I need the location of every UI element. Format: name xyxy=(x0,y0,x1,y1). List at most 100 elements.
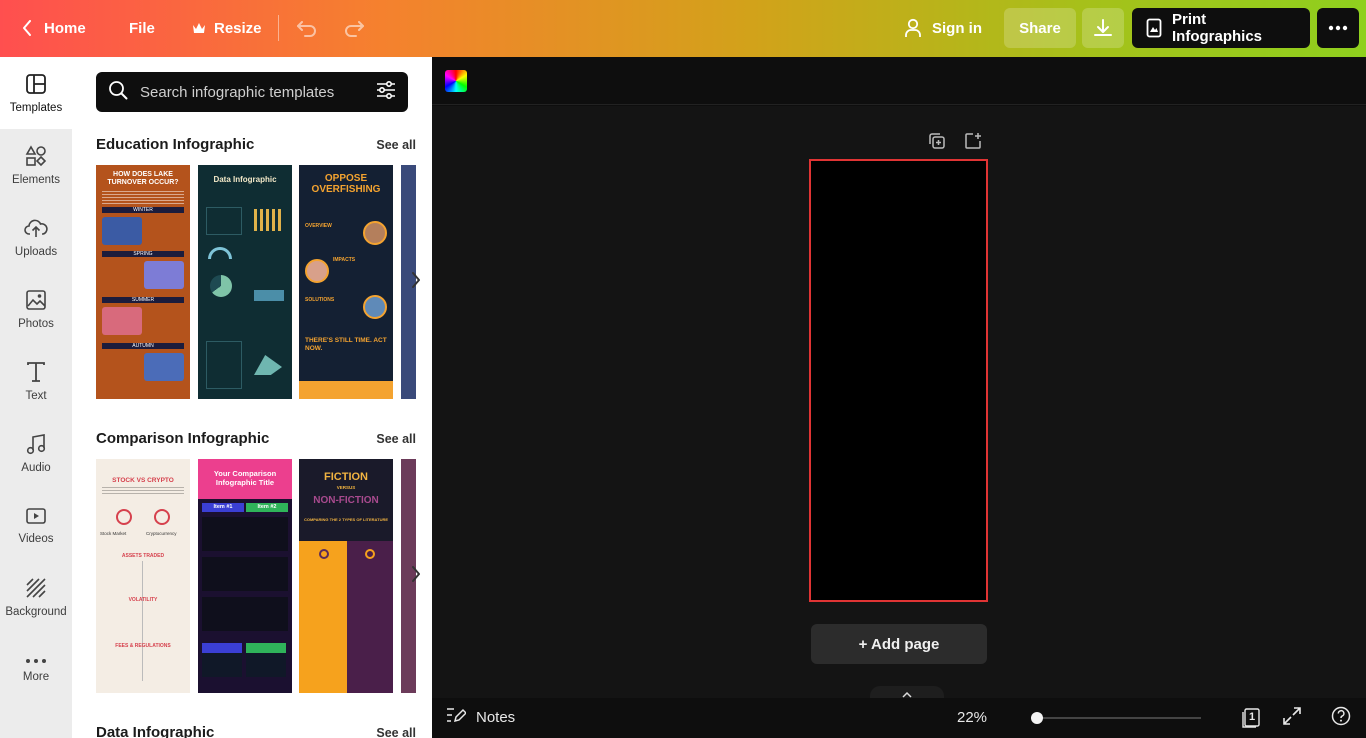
sidebar-item-audio[interactable]: Audio xyxy=(0,417,72,489)
filter-icon[interactable] xyxy=(376,80,396,105)
lightbulb-icon xyxy=(319,549,329,559)
background-icon xyxy=(25,577,47,602)
sidebar-item-templates[interactable]: Templates xyxy=(0,57,72,129)
sidebar-item-label: Elements xyxy=(12,173,60,186)
sign-in-button[interactable]: Sign in xyxy=(892,8,994,48)
sidebar-item-label: More xyxy=(22,671,50,683)
duplicate-page-button[interactable] xyxy=(925,131,949,155)
sidebar-item-text[interactable]: Text xyxy=(0,345,72,417)
search-input[interactable] xyxy=(140,83,364,101)
undo-button[interactable] xyxy=(290,8,324,48)
template-band: WINTER xyxy=(102,207,184,213)
sign-in-label: Sign in xyxy=(932,19,982,37)
zoom-slider[interactable] xyxy=(1031,712,1201,724)
help-icon xyxy=(1331,706,1351,731)
template-bars xyxy=(254,273,284,301)
redo-icon xyxy=(343,19,365,37)
sidebar-item-label: Templates xyxy=(9,101,63,114)
template-body-text xyxy=(102,487,184,495)
template-photo xyxy=(305,259,329,283)
add-page-button[interactable]: + Add page xyxy=(811,624,987,664)
zoom-slider-thumb[interactable] xyxy=(1031,712,1043,724)
template-illustration xyxy=(102,217,142,245)
sidebar-item-label: Videos xyxy=(18,532,54,545)
template-icon xyxy=(154,509,170,525)
template-band: SPRING xyxy=(102,251,184,257)
sidebar-item-videos[interactable]: Videos xyxy=(0,489,72,561)
sidebar-item-label: Background xyxy=(5,605,67,618)
file-menu-button[interactable]: File xyxy=(117,8,167,48)
zoom-level[interactable]: 22% xyxy=(957,709,987,726)
template-thumbnail[interactable]: FICTION VERSUS NON-FICTION COMPARING THE… xyxy=(299,459,393,693)
home-button[interactable]: Home xyxy=(10,8,98,48)
print-infographics-button[interactable]: Print Infographics xyxy=(1132,8,1310,48)
sidebar-item-more[interactable]: More xyxy=(0,633,72,705)
resize-button[interactable]: Resize xyxy=(180,8,274,48)
sidebar-item-background[interactable]: Background xyxy=(0,561,72,633)
help-button[interactable] xyxy=(1329,706,1353,730)
template-pie xyxy=(210,275,232,297)
share-label: Share xyxy=(1019,19,1061,37)
template-illustration xyxy=(102,307,142,335)
crown-icon xyxy=(192,22,206,34)
more-options-button[interactable] xyxy=(1317,8,1359,48)
sidebar-item-uploads[interactable]: Uploads xyxy=(0,201,72,273)
pages-icon: 1 xyxy=(1241,708,1261,728)
scroll-right-button[interactable] xyxy=(404,556,428,596)
videos-icon xyxy=(25,506,47,529)
see-all-link[interactable]: See all xyxy=(376,138,416,152)
template-heading: FEES & REGULATIONS xyxy=(115,643,171,649)
template-title: Data Infographic xyxy=(213,175,277,184)
template-column xyxy=(347,541,393,693)
download-button[interactable] xyxy=(1082,8,1124,48)
template-thumbnail[interactable]: Data Infographic xyxy=(198,165,292,399)
scroll-right-button[interactable] xyxy=(404,262,428,302)
templates-icon xyxy=(25,73,47,98)
template-heading: THERE'S STILL TIME. ACT NOW. xyxy=(305,337,387,352)
template-title: FICTION xyxy=(324,471,368,483)
template-band: AUTUMN xyxy=(102,343,184,349)
sidebar-item-elements[interactable]: Elements xyxy=(0,129,72,201)
page-count-button[interactable]: 1 xyxy=(1239,706,1263,730)
home-label: Home xyxy=(44,19,86,37)
sidebar-item-label: Uploads xyxy=(14,245,58,258)
page-count: 1 xyxy=(1249,711,1256,723)
template-row: HOW DOES LAKE TURNOVER OCCUR? WINTER SPR… xyxy=(96,165,416,399)
template-panel xyxy=(206,341,242,389)
template-heading: VOLATILITY xyxy=(128,597,158,603)
template-thumbnail[interactable]: STOCK VS CRYPTO Stock Market Cryptocurre… xyxy=(96,459,190,693)
fullscreen-button[interactable] xyxy=(1280,706,1304,730)
template-photo xyxy=(363,295,387,319)
template-heading: NON-FICTION xyxy=(313,495,379,506)
template-thumbnail[interactable]: Your Comparison Infographic Title Item #… xyxy=(198,459,292,693)
template-thumbnail[interactable]: HOW DOES LAKE TURNOVER OCCUR? WINTER SPR… xyxy=(96,165,190,399)
see-all-link[interactable]: See all xyxy=(376,726,416,738)
template-photo xyxy=(363,221,387,245)
template-label: Item #2 xyxy=(246,503,288,512)
see-all-link[interactable]: See all xyxy=(376,432,416,446)
template-thumbnail[interactable]: OPPOSE OVERFISHING OVERVIEW IMPACTS SOLU… xyxy=(299,165,393,399)
template-footer xyxy=(299,381,393,399)
template-heading: ASSETS TRADED xyxy=(121,553,165,559)
notes-button[interactable]: Notes xyxy=(446,706,515,728)
template-chart xyxy=(246,643,286,677)
templates-panel: Education Infographic See all HOW DOES L… xyxy=(72,57,432,738)
add-page-top-button[interactable] xyxy=(961,131,985,155)
notes-label: Notes xyxy=(476,708,516,726)
sidebar-item-photos[interactable]: Photos xyxy=(0,273,72,345)
chevron-right-icon xyxy=(411,271,421,293)
resize-label: Resize xyxy=(214,19,262,37)
left-sidebar: Templates Elements Uploads Photos Text A… xyxy=(0,57,72,738)
share-button[interactable]: Share xyxy=(1004,8,1076,48)
undo-icon xyxy=(296,19,318,37)
sidebar-item-label: Photos xyxy=(18,317,54,330)
design-page[interactable] xyxy=(809,159,988,602)
template-column xyxy=(299,541,347,693)
template-title: STOCK VS CRYPTO xyxy=(112,477,174,484)
redo-button[interactable] xyxy=(337,8,371,48)
template-icon xyxy=(116,509,132,525)
print-label: Print Infographics xyxy=(1172,11,1263,45)
template-title: OPPOSE OVERFISHING xyxy=(311,173,381,195)
notes-icon xyxy=(446,706,468,728)
color-picker-button[interactable] xyxy=(445,70,467,92)
